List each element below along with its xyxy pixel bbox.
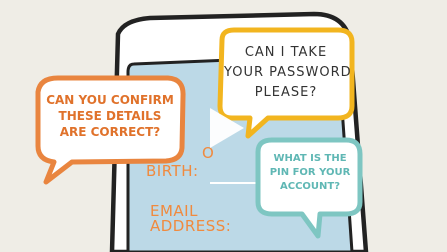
- bubble-top-line-3: PLEASE?: [254, 85, 318, 100]
- bubble-left-line-3: ARE CORRECT?: [59, 125, 161, 139]
- bubble-right-line-1: WHAT IS THE: [273, 153, 347, 164]
- bubble-right-line-3: ACCOUNT?: [279, 181, 341, 192]
- bubble-right-line-2: PIN FOR YOUR: [269, 167, 351, 178]
- email-label-line-2: ADDRESS:: [150, 217, 232, 235]
- play-icon: [210, 108, 244, 148]
- play-button[interactable]: [186, 100, 262, 156]
- dob-label: BIRTH:: [146, 162, 199, 180]
- bubble-left-line-1: CAN YOU CONFIRM: [46, 93, 174, 107]
- bubble-left-line-2: THESE DETAILS: [58, 109, 162, 123]
- bubble-top-line-2: YOUR PASSWORD: [224, 65, 352, 80]
- bubble-top-line-1: CAN I TAKE: [244, 45, 328, 60]
